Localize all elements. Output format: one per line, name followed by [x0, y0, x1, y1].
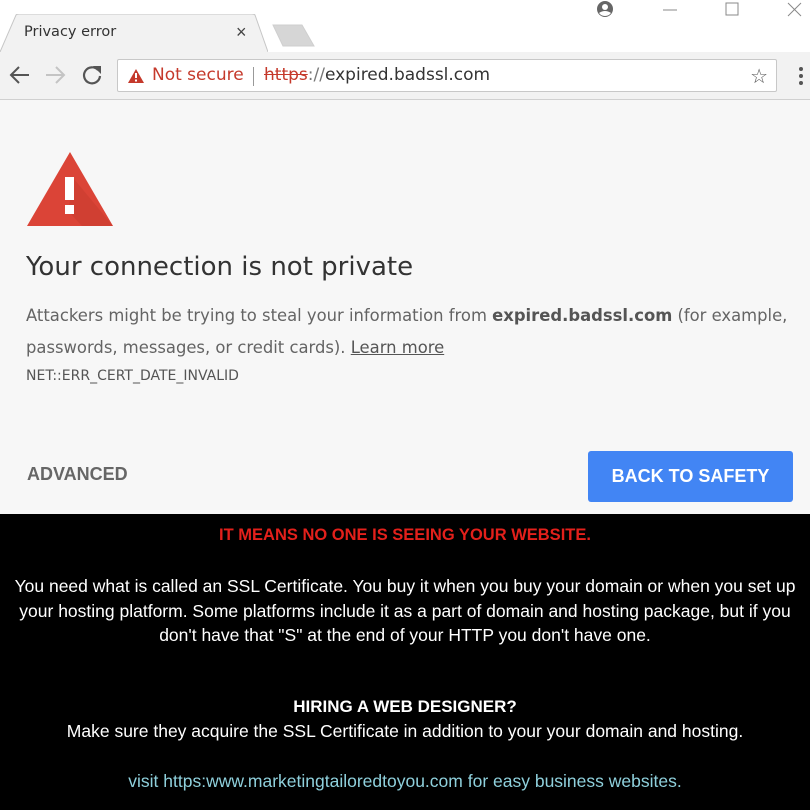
minimize-icon[interactable] [660, 0, 680, 22]
warning-triangle-icon [27, 152, 113, 226]
back-arrow-icon[interactable] [7, 62, 33, 88]
back-to-safety-button[interactable]: BACK TO SAFETY [588, 451, 793, 502]
tab-title: Privacy error [24, 24, 117, 40]
banner-question: HIRING A WEB DESIGNER? [293, 697, 517, 716]
omnibox-divider [253, 67, 254, 86]
error-code: NET::ERR_CERT_DATE_INVALID [26, 368, 239, 384]
banner-headline: IT MEANS NO ONE IS SEEING YOUR WEBSITE. [219, 526, 591, 544]
menu-dots-icon[interactable] [795, 65, 807, 87]
url-scheme: https [264, 65, 308, 85]
url-separator: :// [307, 65, 325, 85]
interstitial-page: Your connection is not private Attackers… [0, 100, 810, 514]
forward-arrow-icon[interactable] [42, 62, 68, 88]
url-host: expired.badssl.com [324, 65, 491, 85]
promo-banner: IT MEANS NO ONE IS SEEING YOUR WEBSITE. … [0, 514, 810, 810]
warning-icon[interactable] [127, 68, 145, 84]
maximize-icon[interactable] [723, 0, 743, 22]
tab-strip: Privacy error × [0, 0, 810, 52]
address-bar[interactable]: Not secure https://expired.badssl.com ☆ [117, 59, 777, 92]
tab-privacy-error[interactable]: Privacy error × [0, 14, 268, 52]
banner-visit-link[interactable]: visit https:www.marketingtailoredtoyou.c… [0, 771, 810, 792]
banner-paragraph: You need what is called an SSL Certifica… [14, 576, 796, 645]
profile-icon[interactable] [594, 0, 616, 22]
url-text[interactable]: https://expired.badssl.com [264, 65, 490, 85]
security-status[interactable]: Not secure [152, 65, 244, 85]
desc-before: Attackers might be trying to steal your … [26, 306, 493, 325]
toolbar: Not secure https://expired.badssl.com ☆ [0, 52, 810, 100]
close-window-icon[interactable] [785, 0, 805, 22]
tab-close-icon[interactable]: × [236, 22, 247, 42]
description: Attackers might be trying to steal your … [26, 300, 796, 364]
desc-host: expired.badssl.com [492, 306, 673, 325]
star-icon[interactable]: ☆ [750, 64, 768, 89]
advanced-button[interactable]: ADVANCED [27, 464, 128, 485]
reload-icon[interactable] [79, 62, 105, 88]
page-title: Your connection is not private [26, 252, 414, 282]
browser-chrome: Privacy error × Not secure https://expir… [0, 0, 810, 100]
banner-advice: Make sure they acquire the SSL Certifica… [66, 721, 744, 741]
learn-more-link[interactable]: Learn more [351, 338, 444, 357]
new-tab-button[interactable] [270, 24, 316, 48]
